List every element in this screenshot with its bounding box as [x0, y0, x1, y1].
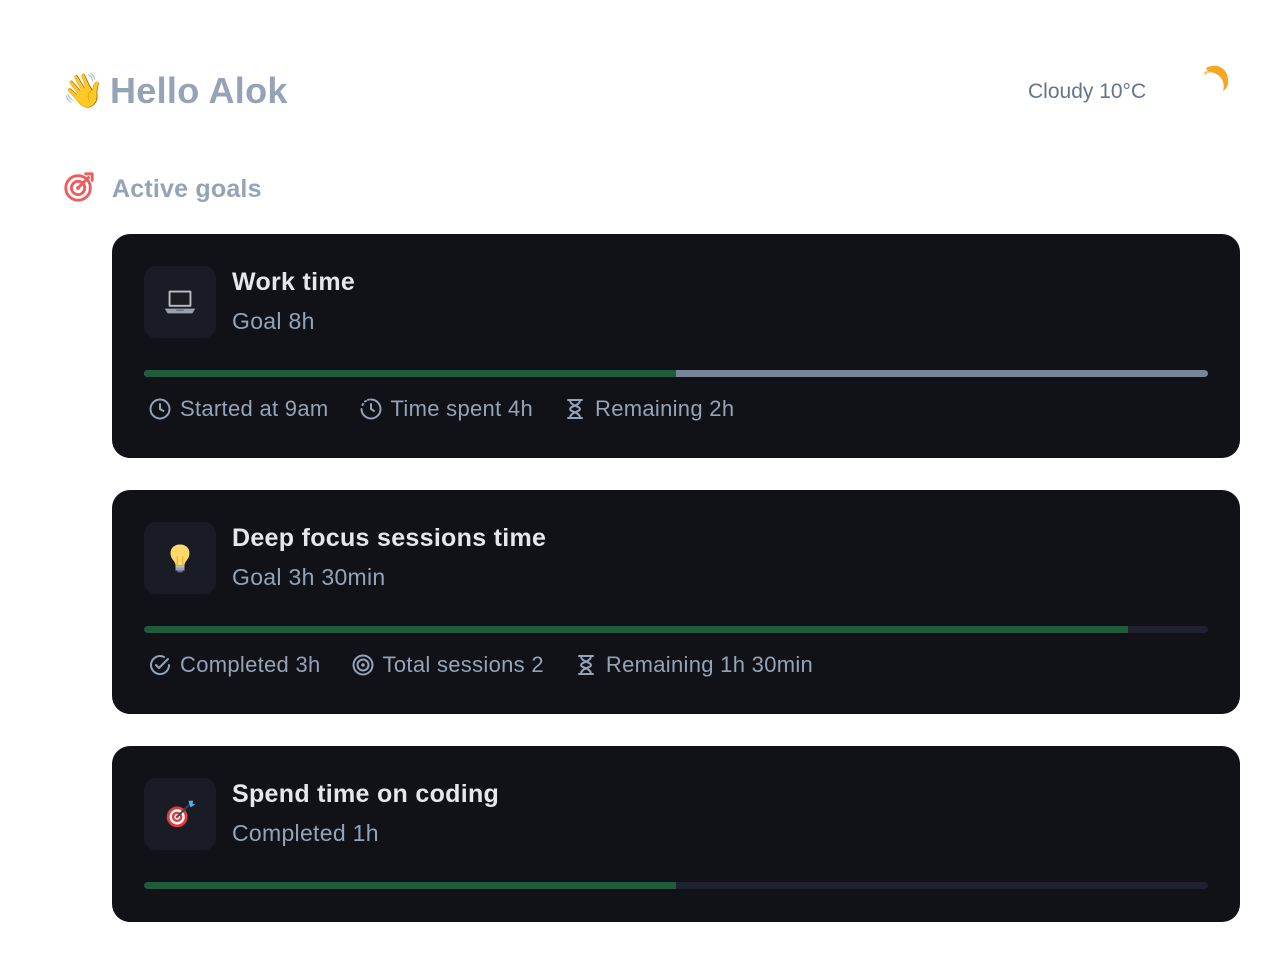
laptop-icon — [144, 266, 216, 338]
goal-card-work-time[interactable]: Work time Goal 8h Started at 9am Time sp… — [112, 234, 1240, 458]
goal-subtitle: Completed 1h — [232, 820, 379, 846]
progress-fill — [144, 370, 676, 377]
meta-item: Remaining 2h — [563, 396, 734, 422]
meta-item: Time spent 4h — [359, 396, 534, 422]
meta-text: Remaining 2h — [595, 396, 735, 421]
meta-text: Started at 9am — [180, 396, 329, 421]
goal-title: Spend time on coding — [232, 780, 500, 808]
greeting: 👋 Hello Alok — [62, 70, 288, 112]
goal-card-deep-focus[interactable]: Deep focus sessions time Goal 3h 30min C… — [112, 490, 1240, 714]
active-goals-heading: Active goals — [62, 170, 262, 209]
lightbulb-icon — [144, 522, 216, 594]
section-label: Active goals — [112, 175, 262, 203]
greeting-title: Hello Alok — [110, 70, 288, 111]
progress-bar — [144, 626, 1208, 633]
meta-text: Completed 3h — [180, 652, 321, 677]
goal-title: Work time — [232, 268, 356, 296]
target-icon — [62, 170, 96, 209]
meta-item: Started at 9am — [148, 396, 329, 422]
meta-text: Time spent 4h — [390, 396, 533, 421]
meta-item: Completed 3h — [148, 652, 321, 678]
timer-icon — [360, 398, 381, 420]
moon-icon — [1196, 60, 1236, 100]
target-icon — [352, 654, 374, 676]
goal-subtitle: Goal 8h — [232, 308, 315, 334]
goal-card-coding[interactable]: Spend time on coding Completed 1h — [112, 746, 1240, 922]
clock-icon — [149, 398, 171, 420]
progress-fill — [144, 882, 676, 889]
meta-item: Remaining 1h 30min — [574, 652, 813, 678]
meta-text: Remaining 1h 30min — [605, 652, 814, 677]
meta-item: Total sessions 2 — [351, 652, 544, 678]
check-circle-icon — [150, 655, 171, 676]
meta-text: Total sessions 2 — [382, 652, 544, 677]
progress-bar — [144, 370, 1208, 377]
waving-hand-icon: 👋 — [62, 72, 105, 110]
goal-meta: Started at 9am Time spent 4h Remaining 2… — [148, 396, 734, 422]
progress-bar — [144, 882, 1208, 889]
hourglass-icon — [577, 655, 594, 675]
dashboard: 👋 Hello Alok Cloudy 10°C Active goals Wo… — [0, 0, 1288, 960]
hourglass-icon — [567, 399, 583, 419]
goal-subtitle: Goal 3h 30min — [232, 564, 386, 590]
goal-meta: Completed 3h Total sessions 2 Remaining … — [148, 652, 813, 678]
progress-fill — [144, 626, 1129, 633]
goal-title: Deep focus sessions time — [232, 524, 547, 552]
weather-label: Cloudy 10°C — [1028, 80, 1147, 103]
bullseye-icon — [144, 778, 216, 850]
